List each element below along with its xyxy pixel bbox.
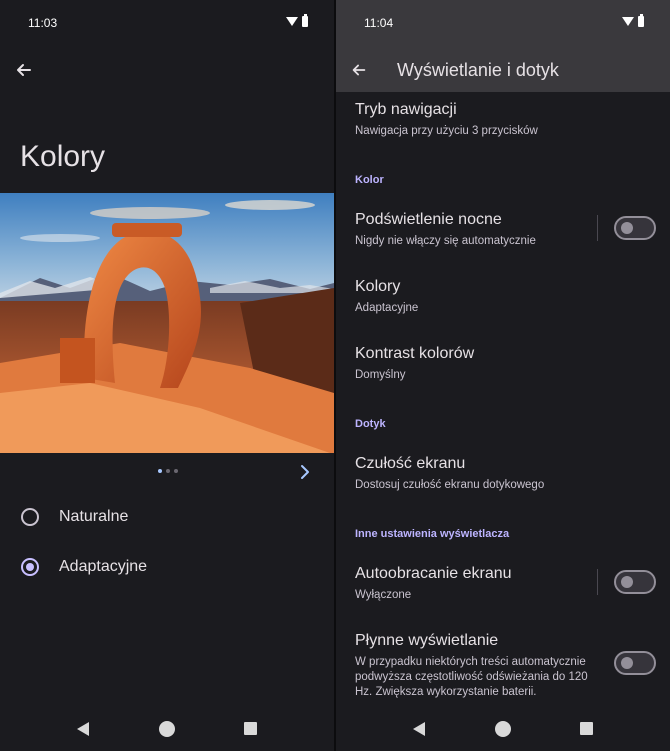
setting-title: Czułość ekranu — [355, 455, 466, 472]
setting-auto-rotate[interactable]: Autoobracanie ekranu Wyłączone — [355, 564, 585, 603]
setting-summary: Nigdy nie włączy się automatycznie — [355, 235, 536, 247]
page-title: Kolory — [20, 140, 106, 173]
chevron-right-icon[interactable] — [296, 463, 314, 481]
setting-color-contrast[interactable]: Kontrast kolorów Domyślny — [355, 344, 655, 383]
night-light-toggle[interactable] — [614, 216, 656, 240]
screen-title: Wyświetlanie i dotyk — [397, 60, 559, 80]
carousel-dot — [166, 469, 170, 473]
status-bar: 11:04 — [336, 0, 670, 48]
navigation-bar — [336, 709, 670, 751]
section-header-color: Kolor — [355, 174, 384, 186]
wifi-icon — [286, 17, 298, 26]
nav-back-icon[interactable] — [413, 722, 425, 736]
setting-touch-sensitivity[interactable]: Czułość ekranu Dostosuj czułość ekranu d… — [355, 454, 655, 493]
battery-icon — [302, 14, 308, 27]
setting-title: Kontrast kolorów — [355, 345, 475, 362]
toggle-knob — [621, 222, 633, 234]
toggle-knob — [621, 657, 633, 669]
auto-rotate-toggle[interactable] — [614, 570, 656, 594]
toggle-knob — [621, 576, 633, 588]
settings-list: Tryb nawigacji Nawigacja przy użyciu 3 p… — [336, 92, 670, 709]
app-bar: 11:04 Wyświetlanie i dotyk — [336, 0, 670, 92]
battery-icon — [638, 14, 644, 27]
nav-home-icon[interactable] — [159, 721, 175, 737]
setting-title: Kolory — [355, 278, 401, 295]
option-label: Naturalne — [59, 508, 129, 525]
option-label: Adaptacyjne — [59, 558, 148, 575]
back-arrow-icon[interactable] — [14, 60, 34, 80]
option-adaptive[interactable]: Adaptacyjne — [0, 545, 334, 589]
carousel-dot — [174, 469, 178, 473]
setting-summary: Adaptacyjne — [355, 302, 419, 314]
navigation-bar — [0, 709, 334, 751]
section-header-touch: Dotyk — [355, 418, 386, 430]
wallpaper-preview-image — [0, 193, 334, 453]
setting-navigation-mode[interactable]: Tryb nawigacji Nawigacja przy użyciu 3 p… — [355, 100, 655, 139]
nav-home-icon[interactable] — [495, 721, 511, 737]
toggle-separator — [597, 215, 598, 241]
color-picker-screen: 11:03 Kolory Naturalne Adaptacyjne — [0, 0, 334, 751]
setting-smooth-display[interactable]: Płynne wyświetlanie W przypadku niektóry… — [355, 631, 600, 700]
status-bar: 11:03 — [0, 0, 334, 48]
nav-recents-icon[interactable] — [244, 722, 257, 735]
setting-summary: Dostosuj czułość ekranu dotykowego — [355, 479, 545, 491]
setting-title: Płynne wyświetlanie — [355, 632, 499, 649]
setting-summary: Nawigacja przy użyciu 3 przycisków — [355, 125, 538, 137]
carousel-dot — [158, 469, 162, 473]
wifi-icon — [622, 17, 634, 26]
display-settings-screen: 11:04 Wyświetlanie i dotyk Tryb nawigacj… — [336, 0, 670, 751]
section-header-other-display: Inne ustawienia wyświetlacza — [355, 528, 510, 540]
setting-summary: Wyłączone — [355, 589, 412, 601]
setting-summary: W przypadku niektórych treści automatycz… — [355, 656, 588, 698]
status-time: 11:04 — [364, 16, 394, 30]
setting-summary: Domyślny — [355, 369, 406, 381]
setting-colors[interactable]: Kolory Adaptacyjne — [355, 277, 655, 316]
nav-back-icon[interactable] — [77, 722, 89, 736]
option-natural[interactable]: Naturalne — [0, 495, 334, 539]
setting-title: Autoobracanie ekranu — [355, 565, 512, 582]
setting-title: Tryb nawigacji — [355, 101, 457, 118]
setting-title: Podświetlenie nocne — [355, 211, 502, 228]
carousel-indicator — [158, 469, 178, 473]
status-time: 11:03 — [28, 16, 58, 30]
back-arrow-icon[interactable] — [350, 61, 368, 79]
smooth-display-toggle[interactable] — [614, 651, 656, 675]
toggle-separator — [597, 569, 598, 595]
radio-adaptive[interactable] — [21, 558, 39, 576]
nav-recents-icon[interactable] — [580, 722, 593, 735]
setting-night-light[interactable]: Podświetlenie nocne Nigdy nie włączy się… — [355, 210, 585, 249]
radio-natural[interactable] — [21, 508, 39, 526]
